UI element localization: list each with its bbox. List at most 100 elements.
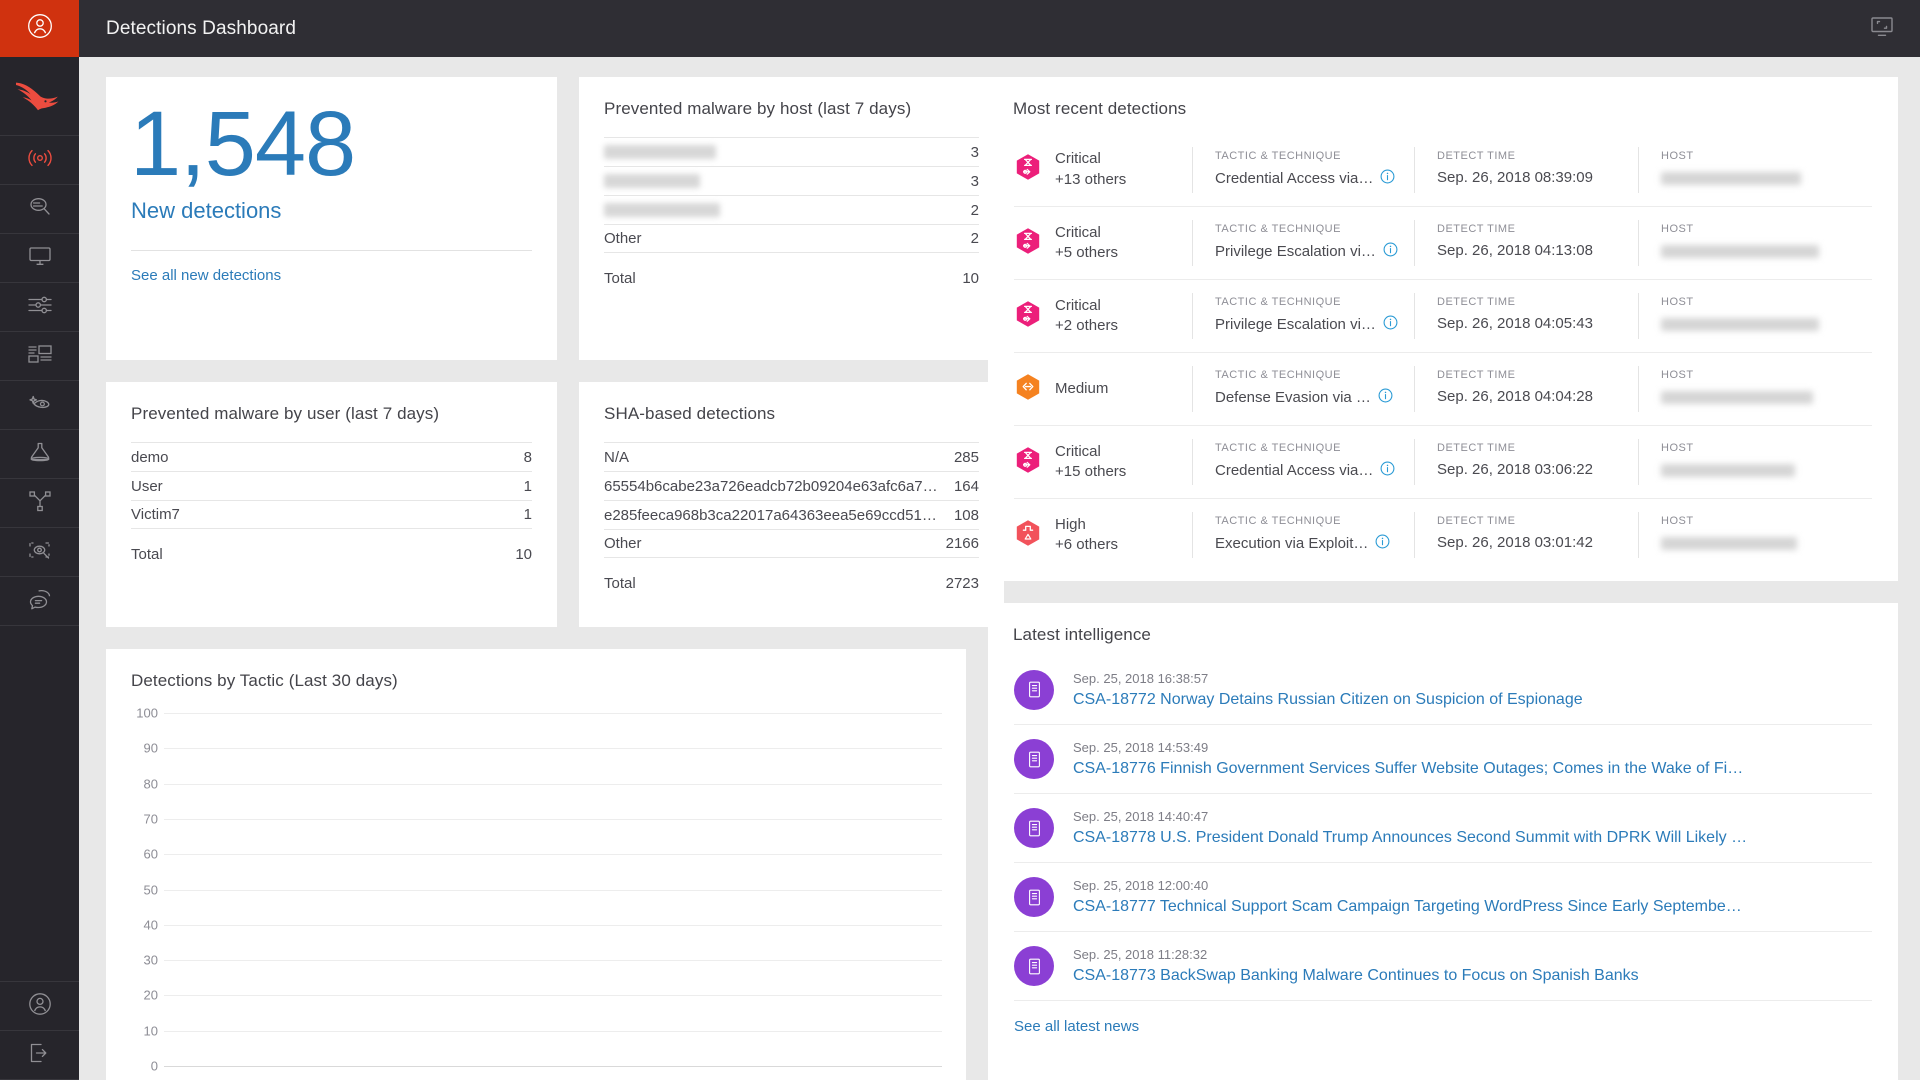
intelligence-item[interactable]: Sep. 25, 2018 16:38:57CSA-18772 Norway D…	[1014, 655, 1872, 724]
sidebar-item-configuration[interactable]	[0, 283, 79, 332]
list-item[interactable]: e285feeca968b3ca22017a64363eea5e69ccd519…	[604, 500, 979, 529]
detection-row[interactable]: Critical+5 othersTACTIC & TECHNIQUEPrivi…	[1014, 206, 1872, 279]
list-item-label: Victim7	[131, 506, 192, 523]
detect-time-cell: DETECT TIMESep. 26, 2018 03:01:42	[1414, 512, 1638, 558]
sidebar-item-logout[interactable]	[0, 1031, 79, 1080]
info-circle-icon[interactable]	[1383, 242, 1398, 261]
tactic-technique-cell: TACTIC & TECHNIQUE Credential Access via…	[1192, 439, 1414, 485]
left-column: 1,548 New detections See all new detecti…	[106, 77, 966, 1080]
chart-y-axis: 0102030405060708090100	[130, 713, 164, 1066]
y-axis-tick: 0	[151, 1059, 158, 1074]
info-circle-icon[interactable]	[1380, 461, 1395, 480]
detection-row[interactable]: Critical+2 othersTACTIC & TECHNIQUEPrivi…	[1014, 279, 1872, 352]
list-item-label: Other	[604, 535, 654, 552]
sidebar-item-support[interactable]	[0, 577, 79, 626]
host-cell: HOST	[1638, 439, 1872, 485]
monitor-fullscreen-icon[interactable]	[1870, 16, 1894, 42]
main-area: Detections Dashboard 1,548 New detection…	[79, 0, 1920, 1080]
sidebar-user-button[interactable]	[0, 0, 79, 57]
intelligence-item[interactable]: Sep. 25, 2018 14:53:49CSA-18776 Finnish …	[1014, 724, 1872, 793]
host-cell: HOST	[1638, 220, 1872, 266]
tactic-technique-cell: TACTIC & TECHNIQUEExecution via Exploit…	[1192, 512, 1414, 558]
detect-time-cell: DETECT TIMESep. 26, 2018 08:39:09	[1414, 147, 1638, 193]
host-cell: HOST	[1638, 293, 1872, 339]
severity-critical-icon	[1014, 227, 1042, 260]
report-document-icon	[1014, 670, 1054, 710]
list-item[interactable]: Victim7 1	[131, 500, 532, 529]
list-item[interactable]: 3	[604, 137, 979, 166]
list-item[interactable]: User1	[131, 471, 532, 500]
intelligence-title[interactable]: CSA-18772 Norway Detains Russian Citizen…	[1073, 691, 1583, 709]
info-circle-icon[interactable]	[1380, 169, 1395, 188]
sidebar-item-hosts[interactable]	[0, 234, 79, 283]
sha-total-row: Total 2723	[604, 575, 979, 592]
sidebar-item-account[interactable]	[0, 982, 79, 1031]
list-item[interactable]: Other2	[604, 224, 979, 253]
page-title: Detections Dashboard	[106, 18, 296, 40]
intelligence-date: Sep. 25, 2018 12:00:40	[1073, 878, 1742, 893]
report-document-icon	[1014, 946, 1054, 986]
detection-row[interactable]: Critical+13 othersTACTIC & TECHNIQUECred…	[1014, 133, 1872, 206]
intelligence-text: Sep. 25, 2018 14:53:49CSA-18776 Finnish …	[1073, 740, 1743, 778]
sidebar-item-discover[interactable]	[0, 381, 79, 430]
sidebar-item-threat-graph[interactable]	[0, 528, 79, 577]
host-total-row: Total 10	[604, 270, 979, 287]
intelligence-title[interactable]: CSA-18777 Technical Support Scam Campaig…	[1073, 898, 1742, 916]
list-item-value: 1	[524, 506, 532, 523]
info-circle-icon[interactable]	[1378, 388, 1393, 407]
severity-label: Critical+13 others	[1055, 149, 1126, 190]
sidebar-item-dashboards[interactable]	[0, 332, 79, 381]
report-document-icon	[1014, 877, 1054, 917]
severity-cell: High+6 others	[1014, 515, 1192, 556]
column-header: TACTIC & TECHNIQUE	[1215, 442, 1414, 454]
severity-label: Medium	[1055, 379, 1108, 399]
second-row: Prevented malware by user (last 7 days) …	[106, 382, 966, 627]
crowdstrike-falcon-logo[interactable]	[0, 57, 79, 136]
severity-medium-icon	[1014, 373, 1042, 406]
intelligence-item[interactable]: Sep. 25, 2018 14:40:47CSA-18778 U.S. Pre…	[1014, 793, 1872, 862]
tactic-value: Defense Evasion via …	[1215, 388, 1414, 407]
intelligence-item[interactable]: Sep. 25, 2018 12:00:40 CSA-18777 Technica…	[1014, 862, 1872, 931]
detect-time-value: Sep. 26, 2018 04:05:43	[1437, 315, 1638, 332]
y-axis-tick: 60	[144, 847, 158, 862]
severity-cell: Medium	[1014, 373, 1192, 406]
severity-cell: Critical+15 others	[1014, 442, 1192, 483]
detection-row[interactable]: High+6 othersTACTIC & TECHNIQUEExecution…	[1014, 498, 1872, 571]
detections-by-tactic-chart-card: Detections by Tactic (Last 30 days) 0102…	[106, 649, 966, 1080]
info-circle-icon[interactable]	[1375, 534, 1390, 553]
total-label: Total	[131, 546, 163, 563]
see-all-latest-news-link[interactable]: See all latest news	[1014, 1018, 1139, 1035]
total-value: 2723	[946, 575, 979, 592]
card-title: Most recent detections	[988, 77, 1898, 119]
intelligence-title[interactable]: CSA-18778 U.S. President Donald Trump An…	[1073, 829, 1747, 847]
sidebar-item-network[interactable]	[0, 479, 79, 528]
see-all-new-detections-link[interactable]: See all new detections	[106, 251, 281, 284]
detection-row[interactable]: Critical+15 others TACTIC & TECHNIQUE Cred…	[1014, 425, 1872, 498]
sidebar-item-investigate[interactable]	[0, 185, 79, 234]
list-item[interactable]: 3	[604, 166, 979, 195]
tactic-value: Credential Access via…	[1215, 461, 1414, 480]
prevented-malware-by-host-card: Prevented malware by host (last 7 days) …	[579, 77, 1004, 360]
list-item-label: Other	[604, 230, 654, 247]
list-item-value: 108	[954, 507, 979, 524]
sidebar-item-sandbox[interactable]	[0, 430, 79, 479]
list-item[interactable]: demo8	[131, 442, 532, 471]
intelligence-item[interactable]: Sep. 25, 2018 11:28:32CSA-18773 BackSwap…	[1014, 931, 1872, 1000]
sidebar-item-activity[interactable]	[0, 136, 79, 185]
severity-cell: Critical+2 others	[1014, 296, 1192, 337]
card-title: SHA-based detections	[579, 382, 1004, 424]
report-document-icon	[1014, 739, 1054, 779]
intelligence-title[interactable]: CSA-18776 Finnish Government Services Su…	[1073, 760, 1743, 778]
list-item[interactable]: 65554b6cabe23a726eadcb72b09204e63afc6a76…	[604, 471, 979, 500]
detection-row[interactable]: MediumTACTIC & TECHNIQUEDefense Evasion …	[1014, 352, 1872, 425]
info-circle-icon[interactable]	[1383, 315, 1398, 334]
list-item[interactable]: N/A285	[604, 442, 979, 471]
list-item[interactable]: Other2166	[604, 529, 979, 558]
intelligence-title[interactable]: CSA-18773 BackSwap Banking Malware Conti…	[1073, 967, 1639, 985]
list-item[interactable]: 2	[604, 195, 979, 224]
list-item-value: 1	[524, 478, 532, 495]
list-item-label	[604, 203, 720, 217]
severity-label: Critical+5 others	[1055, 223, 1118, 264]
top-row: 1,548 New detections See all new detecti…	[106, 77, 966, 360]
severity-high-icon	[1014, 519, 1042, 552]
